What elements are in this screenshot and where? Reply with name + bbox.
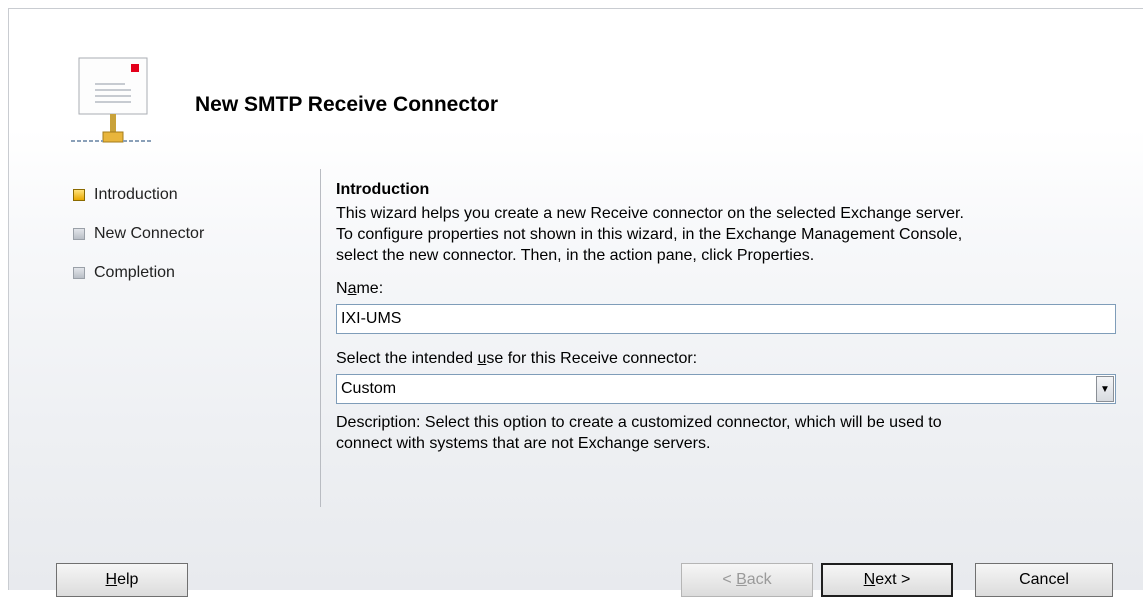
description-line: connect with systems that are not Exchan…	[336, 435, 711, 452]
step-current-icon	[73, 188, 85, 201]
intro-line: select the new connector. Then, in the a…	[336, 247, 815, 264]
cancel-button[interactable]: Cancel	[975, 563, 1113, 597]
sidebar-divider	[320, 169, 321, 507]
intended-use-select[interactable]: Custom ▼	[336, 374, 1116, 404]
step-completion: Completion	[73, 259, 204, 286]
name-input[interactable]	[336, 304, 1116, 334]
intended-use-value: Custom	[341, 380, 397, 397]
description-line: Description: Select this option to creat…	[336, 414, 942, 431]
wizard-content: Introduction This wizard helps you creat…	[336, 181, 1116, 454]
wizard-title: New SMTP Receive Connector	[195, 93, 499, 116]
step-new-connector: New Connector	[73, 220, 204, 247]
next-button[interactable]: Next >	[821, 563, 953, 597]
name-label: Name:	[336, 280, 384, 297]
description-text: Description: Select this option to creat…	[336, 412, 1116, 454]
intended-use-label: Select the intended use for this Receive…	[336, 350, 698, 367]
wizard-steps: Introduction New Connector Completion	[73, 181, 204, 298]
step-pending-icon	[73, 227, 85, 240]
step-label: Completion	[94, 263, 175, 281]
wizard-window: New SMTP Receive Connector Introduction …	[8, 8, 1143, 597]
dropdown-arrow-icon[interactable]: ▼	[1096, 376, 1114, 402]
step-introduction: Introduction	[73, 181, 204, 208]
intro-line: To configure properties not shown in thi…	[336, 226, 963, 243]
step-label: New Connector	[94, 224, 205, 242]
step-label: Introduction	[94, 185, 178, 203]
intro-text: This wizard helps you create a new Recei…	[336, 203, 1116, 266]
help-button[interactable]: Help	[56, 563, 188, 597]
intro-line: This wizard helps you create a new Recei…	[336, 205, 964, 222]
section-heading: Introduction	[336, 181, 430, 198]
step-pending-icon	[73, 266, 85, 279]
back-button[interactable]: < Back	[681, 563, 813, 597]
smtp-connector-icon	[71, 57, 151, 143]
